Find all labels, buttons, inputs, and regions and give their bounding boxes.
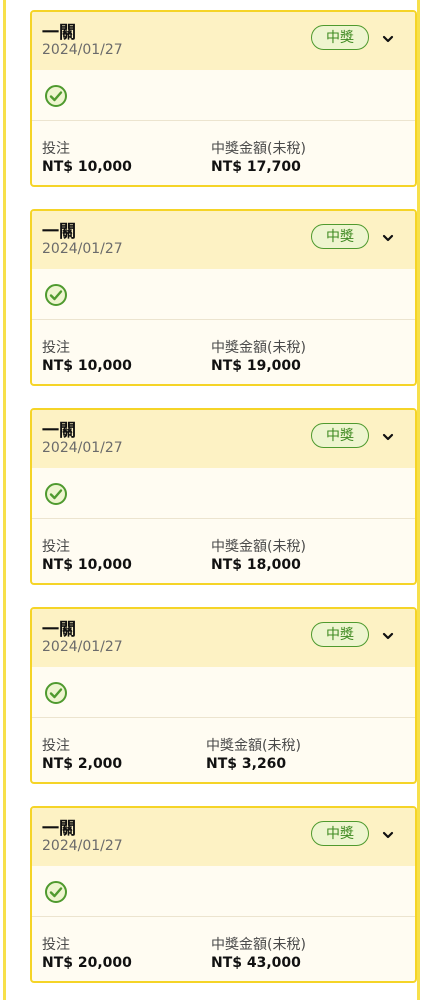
card-header[interactable]: 一關 2024/01/27 中獎 bbox=[32, 12, 415, 70]
bet-card: 一關 2024/01/27 中獎 投注 NT$ 10,000 中獎金額(未稅) … bbox=[30, 10, 417, 187]
check-circle-icon bbox=[44, 482, 68, 506]
status-badge: 中獎 bbox=[311, 423, 369, 448]
payout-value: NT$ 18,000 bbox=[211, 557, 301, 573]
results-list: 一關 2024/01/27 中獎 投注 NT$ 10,000 中獎金額(未稅) … bbox=[3, 0, 420, 1000]
selection-row bbox=[32, 866, 415, 917]
stake-label: 投注 bbox=[42, 539, 70, 555]
payout-block: 中獎金額(未稅) NT$ 19,000 bbox=[211, 339, 306, 375]
payout-label: 中獎金額(未稅) bbox=[211, 340, 306, 356]
bet-card: 一關 2024/01/27 中獎 投注 NT$ 20,000 中獎金額(未稅) … bbox=[30, 806, 417, 983]
stake-value: NT$ 10,000 bbox=[42, 557, 132, 573]
card-header[interactable]: 一關 2024/01/27 中獎 bbox=[32, 410, 415, 468]
stake-block: 投注 NT$ 10,000 bbox=[42, 339, 132, 375]
chevron-down-icon[interactable] bbox=[381, 429, 395, 441]
payout-block: 中獎金額(未稅) NT$ 3,260 bbox=[206, 737, 301, 773]
payout-label: 中獎金額(未稅) bbox=[211, 937, 306, 953]
status-badge: 中獎 bbox=[311, 622, 369, 647]
bet-summary: 投注 NT$ 10,000 中獎金額(未稅) NT$ 19,000 bbox=[32, 320, 415, 384]
card-header[interactable]: 一關 2024/01/27 中獎 bbox=[32, 808, 415, 866]
bet-date: 2024/01/27 bbox=[42, 42, 123, 58]
bet-summary: 投注 NT$ 10,000 中獎金額(未稅) NT$ 18,000 bbox=[32, 519, 415, 583]
selection-row bbox=[32, 70, 415, 121]
stake-value: NT$ 20,000 bbox=[42, 955, 132, 971]
stake-label: 投注 bbox=[42, 738, 70, 754]
stake-label: 投注 bbox=[42, 340, 70, 356]
stake-block: 投注 NT$ 10,000 bbox=[42, 140, 132, 176]
stake-value: NT$ 2,000 bbox=[42, 756, 123, 772]
check-circle-icon bbox=[44, 681, 68, 705]
chevron-down-icon[interactable] bbox=[381, 628, 395, 640]
stake-value: NT$ 10,000 bbox=[42, 358, 132, 374]
bet-summary: 投注 NT$ 2,000 中獎金額(未稅) NT$ 3,260 bbox=[32, 718, 415, 782]
payout-value: NT$ 17,700 bbox=[211, 159, 301, 175]
payout-value: NT$ 3,260 bbox=[206, 756, 287, 772]
bet-summary: 投注 NT$ 10,000 中獎金額(未稅) NT$ 17,700 bbox=[32, 121, 415, 185]
payout-block: 中獎金額(未稅) NT$ 43,000 bbox=[211, 936, 306, 972]
payout-label: 中獎金額(未稅) bbox=[206, 738, 301, 754]
payout-value: NT$ 19,000 bbox=[211, 358, 301, 374]
card-header[interactable]: 一關 2024/01/27 中獎 bbox=[32, 211, 415, 269]
chevron-down-icon[interactable] bbox=[381, 31, 395, 43]
stake-label: 投注 bbox=[42, 937, 70, 953]
bet-card: 一關 2024/01/27 中獎 投注 NT$ 10,000 中獎金額(未稅) … bbox=[30, 408, 417, 585]
bet-date: 2024/01/27 bbox=[42, 241, 123, 257]
check-circle-icon bbox=[44, 283, 68, 307]
bet-date: 2024/01/27 bbox=[42, 838, 123, 854]
payout-block: 中獎金額(未稅) NT$ 18,000 bbox=[211, 538, 306, 574]
stake-label: 投注 bbox=[42, 141, 70, 157]
bet-date: 2024/01/27 bbox=[42, 639, 123, 655]
chevron-down-icon[interactable] bbox=[381, 230, 395, 242]
status-badge: 中獎 bbox=[311, 224, 369, 249]
stake-block: 投注 NT$ 10,000 bbox=[42, 538, 132, 574]
status-badge: 中獎 bbox=[311, 821, 369, 846]
bet-card: 一關 2024/01/27 中獎 投注 NT$ 10,000 中獎金額(未稅) … bbox=[30, 209, 417, 386]
bet-summary: 投注 NT$ 20,000 中獎金額(未稅) NT$ 43,000 bbox=[32, 917, 415, 981]
selection-row bbox=[32, 468, 415, 519]
payout-value: NT$ 43,000 bbox=[211, 955, 301, 971]
stake-block: 投注 NT$ 2,000 bbox=[42, 737, 122, 773]
bet-date: 2024/01/27 bbox=[42, 440, 123, 456]
check-circle-icon bbox=[44, 84, 68, 108]
status-badge: 中獎 bbox=[311, 25, 369, 50]
bet-card: 一關 2024/01/27 中獎 投注 NT$ 2,000 中獎金額(未稅) N… bbox=[30, 607, 417, 784]
check-circle-icon bbox=[44, 880, 68, 904]
chevron-down-icon[interactable] bbox=[381, 827, 395, 839]
card-header[interactable]: 一關 2024/01/27 中獎 bbox=[32, 609, 415, 667]
selection-row bbox=[32, 269, 415, 320]
payout-label: 中獎金額(未稅) bbox=[211, 141, 306, 157]
selection-row bbox=[32, 667, 415, 718]
stake-value: NT$ 10,000 bbox=[42, 159, 132, 175]
payout-label: 中獎金額(未稅) bbox=[211, 539, 306, 555]
stake-block: 投注 NT$ 20,000 bbox=[42, 936, 132, 972]
payout-block: 中獎金額(未稅) NT$ 17,700 bbox=[211, 140, 306, 176]
